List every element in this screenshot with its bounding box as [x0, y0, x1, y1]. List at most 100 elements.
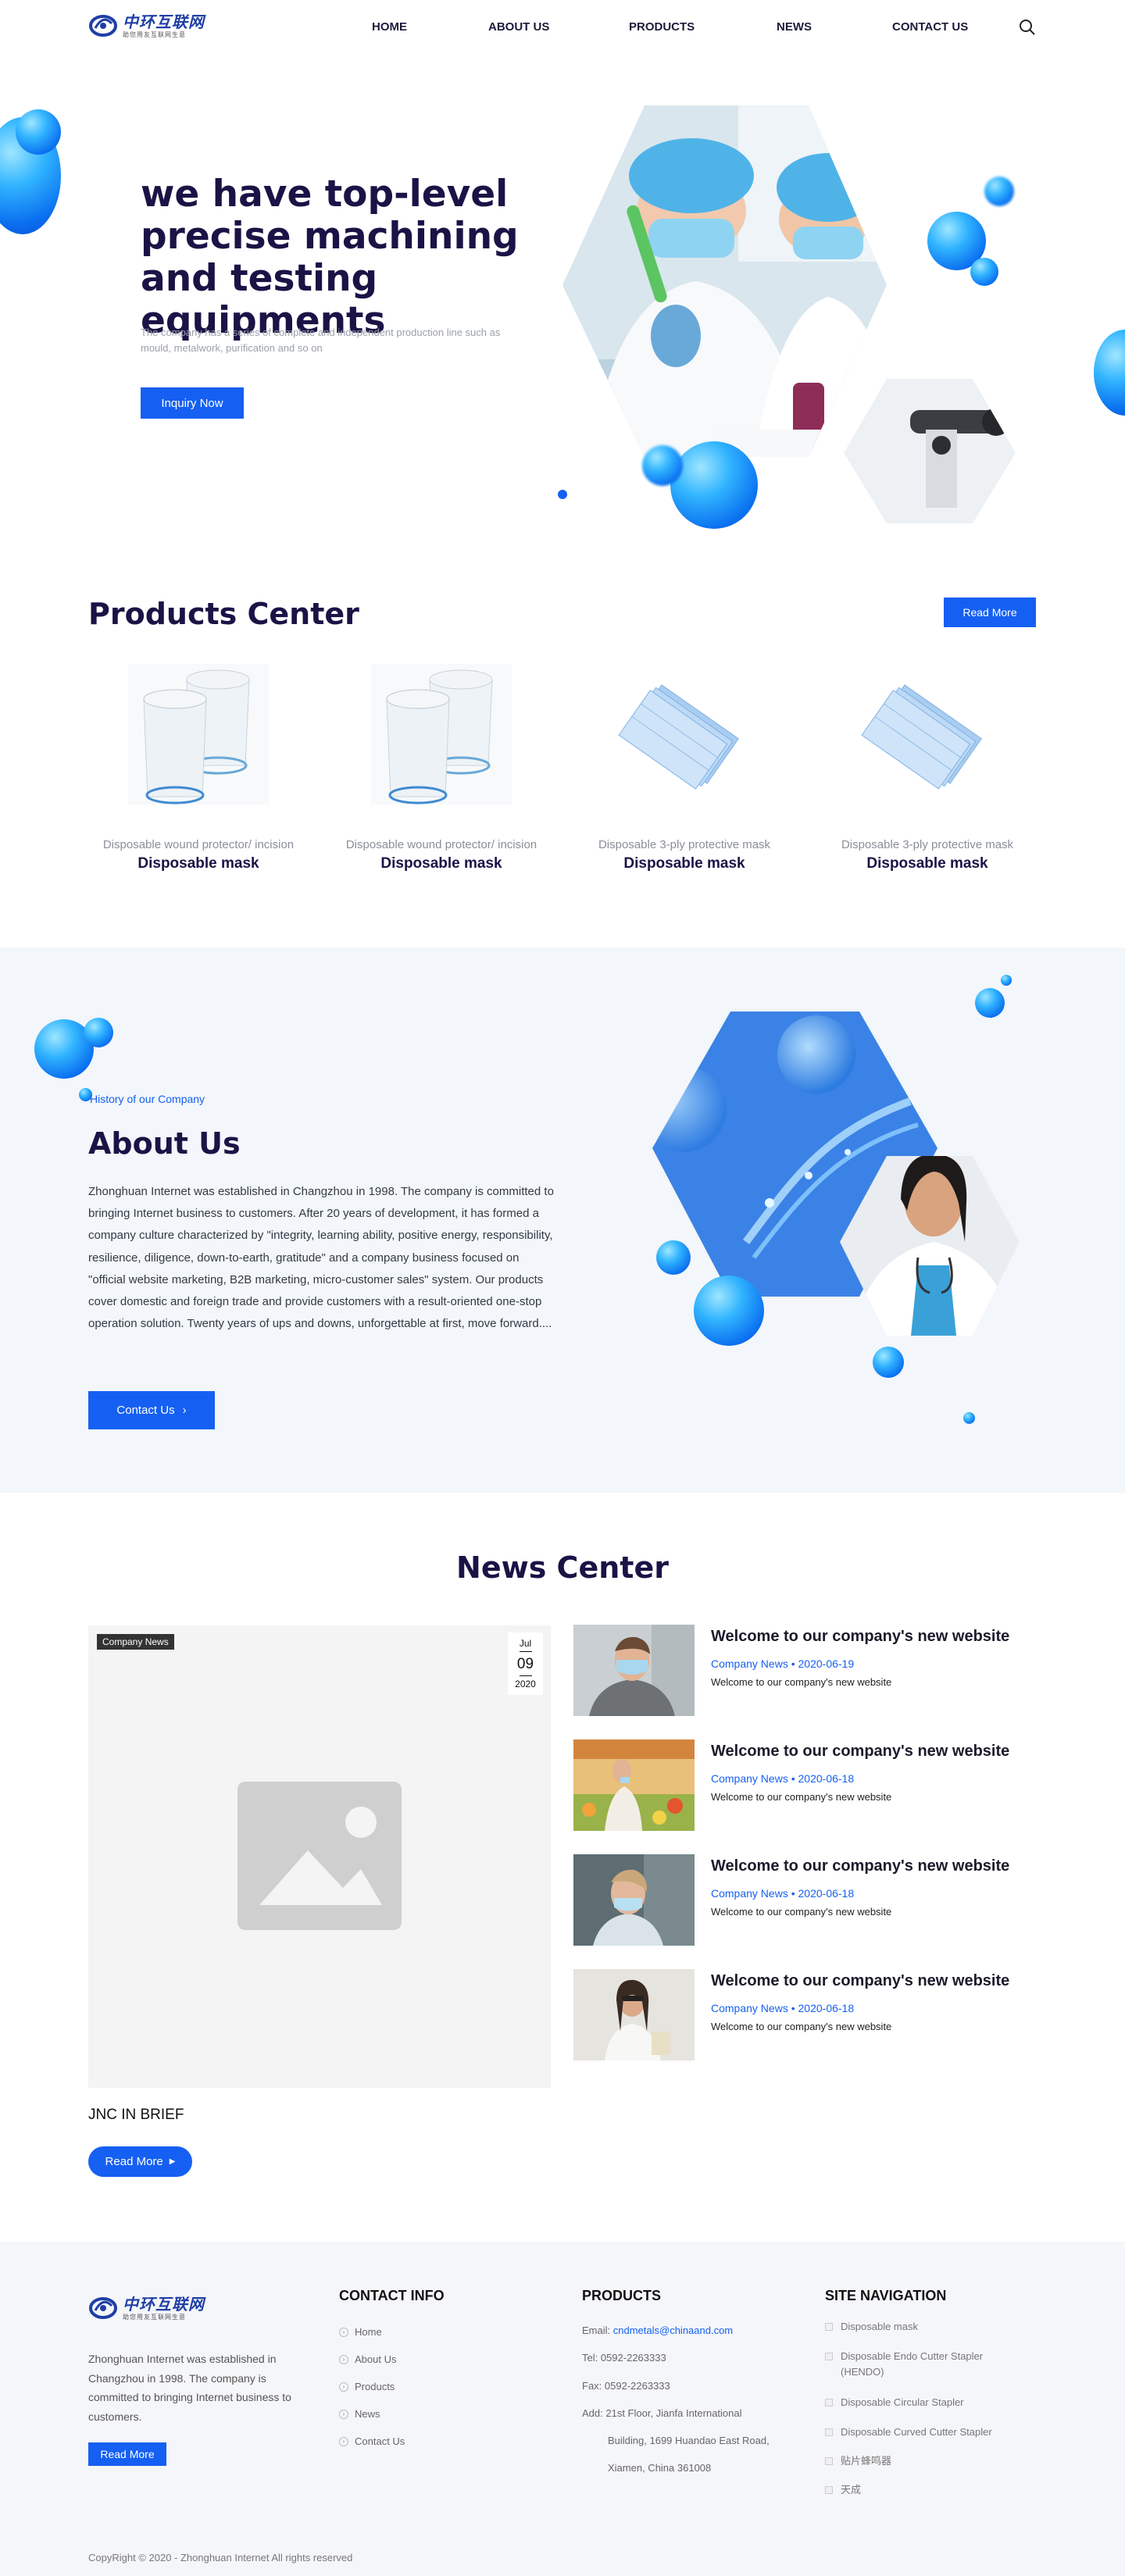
decor-bubble [16, 109, 61, 155]
news-item-category: Company News [711, 2002, 788, 2014]
news-item-date: 2020-06-18 [798, 2002, 855, 2014]
news-thumbnail [573, 1625, 695, 1716]
carousel-dot[interactable] [558, 490, 567, 499]
featured-news-headline[interactable]: JNC IN BRIEF [88, 2107, 184, 2124]
caret-right-icon: ▶ [169, 2157, 176, 2166]
about-kicker: History of our Company [90, 1093, 205, 1105]
product-image [371, 664, 512, 805]
footer-link-products[interactable]: › Products [339, 2381, 395, 2392]
product-name[interactable]: Disposable mask [337, 855, 546, 872]
news-item-title[interactable]: Welcome to our company's new website [711, 1857, 1009, 1875]
news-item-category: Company News [711, 1887, 788, 1900]
about-science-image [652, 1011, 1020, 1336]
footer-site-link[interactable]: Disposable Curved Cutter Stapler [825, 2424, 1036, 2440]
footer-link-home[interactable]: › Home [339, 2326, 382, 2338]
footer-link-news[interactable]: › News [339, 2408, 380, 2420]
nav-products[interactable]: PRODUCTS [629, 20, 695, 34]
product-name[interactable]: Disposable mask [823, 855, 1032, 872]
footer-email: Email: cndmetals@chinaand.com [582, 2324, 734, 2336]
footer-site-label: Disposable Circular Stapler [841, 2396, 964, 2408]
chevron-right-icon: › [339, 2436, 348, 2446]
product-card[interactable]: Disposable wound protector/ incision Dis… [94, 664, 303, 872]
product-name[interactable]: Disposable mask [94, 855, 303, 872]
decor-bubble [963, 1412, 975, 1424]
news-list-item[interactable]: Welcome to our company's new website Com… [573, 1854, 1042, 1946]
footer-read-more-button[interactable]: Read More [88, 2442, 166, 2466]
about-text: Zhonghuan Internet was established in Ch… [88, 1185, 554, 1331]
product-card[interactable]: Disposable 3-ply protective mask Disposa… [580, 664, 789, 872]
products-read-more-button[interactable]: Read More [944, 598, 1036, 627]
footer-link-about[interactable]: › About Us [339, 2353, 396, 2365]
product-category: Disposable 3-ply protective mask [841, 838, 1014, 851]
site-logo[interactable]: 中环互联网 助您用友互联网生意 [88, 12, 205, 39]
decor-bubble [1001, 975, 1012, 986]
news-list-item[interactable]: Welcome to our company's new website Com… [573, 1625, 1042, 1717]
product-category: Disposable wound protector/ incision [345, 838, 538, 851]
image-placeholder-icon [238, 1782, 402, 1930]
news-item-category: Company News [711, 1657, 788, 1670]
footer-email-link[interactable]: cndmetals@chinaand.com [613, 2324, 733, 2336]
footer-site-link[interactable]: 天成 [825, 2482, 1036, 2498]
news-item-title[interactable]: Welcome to our company's new website [711, 1628, 1009, 1646]
nav-contact-us[interactable]: CONTACT US [892, 20, 968, 34]
news-item-meta: Company News • 2020-06-19 [711, 1657, 855, 1670]
news-date-badge: Jul 09 2020 [508, 1632, 543, 1695]
product-name[interactable]: Disposable mask [580, 855, 789, 872]
news-list-item[interactable]: Welcome to our company's new website Com… [573, 1969, 1042, 2061]
nav-home[interactable]: HOME [372, 20, 407, 34]
footer-site-link[interactable]: Disposable Circular Stapler [825, 2395, 1036, 2410]
footer-site-label: Disposable Curved Cutter Stapler [841, 2426, 992, 2438]
logo-slogan: 助您用友互联网生意 [123, 30, 186, 38]
featured-news-card[interactable]: Company News Jul 09 2020 [88, 1625, 551, 2088]
news-item-date: 2020-06-18 [798, 1887, 855, 1900]
news-item-date: 2020-06-19 [798, 1657, 855, 1670]
logo-brand: 中环互联网 [123, 2294, 205, 2314]
product-card[interactable]: Disposable wound protector/ incision Dis… [337, 664, 546, 872]
hero-subtitle: The company has a series of complete and… [141, 326, 501, 354]
footer-site-link[interactable]: Disposable Endo Cutter Stapler (HENDO) [825, 2349, 1036, 2380]
contact-us-button[interactable]: Contact Us › [88, 1391, 215, 1429]
news-read-more-label: Read More [105, 2155, 163, 2168]
footer-address-line: Add: 21st Floor, Jianfa International [582, 2407, 742, 2419]
news-item-desc: Welcome to our company's new website [711, 1676, 892, 1688]
inquiry-now-button[interactable]: Inquiry Now [141, 387, 244, 419]
news-item-title[interactable]: Welcome to our company's new website [711, 1743, 1009, 1761]
footer-site-label: 贴片蜂鸣器 [841, 2455, 892, 2467]
footer-link-label: Home [355, 2326, 382, 2338]
footer-site-nav-heading: SITE NAVIGATION [825, 2288, 947, 2303]
footer-fax: Fax: 0592-2263333 [582, 2380, 670, 2392]
footer-tel: Tel: 0592-2263333 [582, 2352, 666, 2364]
footer-site-link[interactable]: Disposable mask [825, 2319, 1036, 2335]
decor-bubble [670, 441, 758, 529]
news-date-day: 09 [516, 1656, 534, 1672]
decor-bubble [642, 445, 683, 486]
news-list-item[interactable]: Welcome to our company's new website Com… [573, 1739, 1042, 1832]
footer-site-link[interactable]: 贴片蜂鸣器 [825, 2453, 1036, 2469]
decor-bubble [873, 1347, 904, 1378]
news-read-more-button[interactable]: Read More ▶ [88, 2146, 192, 2177]
product-category: Disposable 3-ply protective mask [598, 838, 771, 851]
news-item-desc: Welcome to our company's new website [711, 2021, 892, 2032]
footer-logo[interactable]: 中环互联网 助您用友互联网生意 [88, 2295, 205, 2321]
logo-brand: 中环互联网 [123, 12, 205, 31]
nav-about-us[interactable]: ABOUT US [488, 20, 549, 34]
footer-products-heading: PRODUCTS [582, 2288, 662, 2303]
footer-contact-heading: CONTACT INFO [339, 2288, 445, 2303]
logo-slogan: 助您用友互联网生意 [123, 2313, 186, 2321]
news-item-title[interactable]: Welcome to our company's new website [711, 1972, 1009, 1990]
logo-swirl-icon [89, 2297, 117, 2319]
footer-link-contact[interactable]: › Contact Us [339, 2435, 405, 2447]
search-icon[interactable] [1019, 19, 1036, 36]
nav-news[interactable]: NEWS [777, 20, 812, 34]
products-title: Products Center [88, 597, 359, 631]
footer-address-line: Xiamen, China 361008 [608, 2462, 712, 2474]
footer-link-label: About Us [355, 2353, 397, 2365]
decor-bubble [984, 177, 1014, 206]
footer-link-label: News [355, 2408, 380, 2420]
news-thumbnail [573, 1854, 695, 1946]
news-title: News Center [456, 1550, 669, 1585]
decor-bubble [84, 1018, 113, 1047]
news-item-date: 2020-06-18 [798, 1772, 855, 1785]
product-card[interactable]: Disposable 3-ply protective mask Disposa… [823, 664, 1032, 872]
chevron-right-icon: › [182, 1404, 187, 1417]
